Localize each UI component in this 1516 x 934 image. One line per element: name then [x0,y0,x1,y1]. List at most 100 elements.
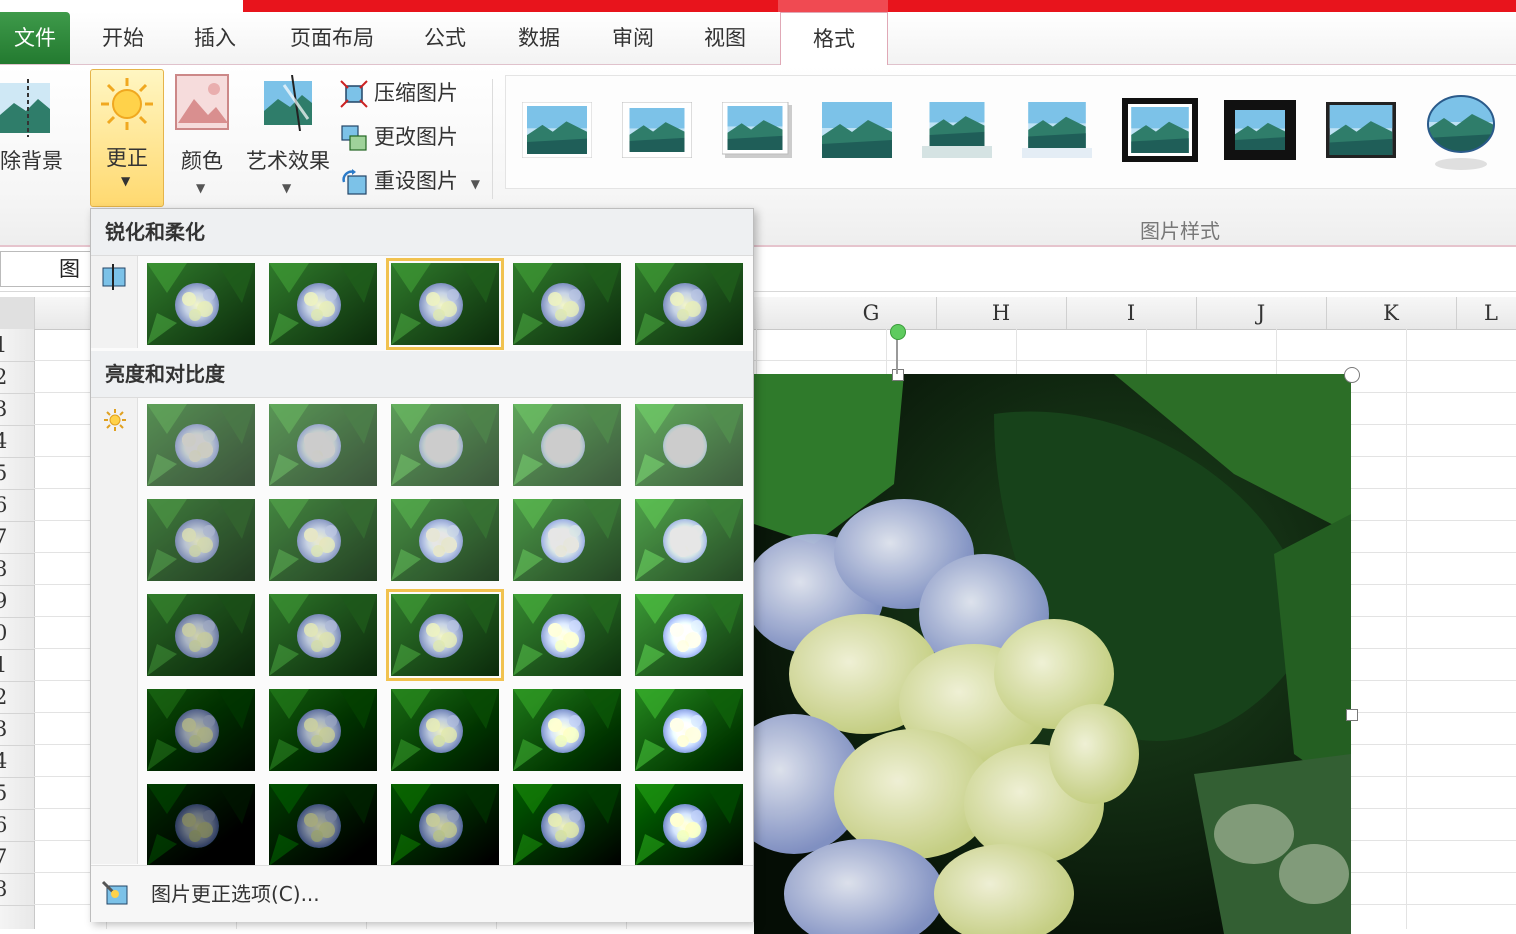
brightness-contrast-thumb[interactable] [635,404,743,486]
tab-file[interactable]: 文件 [0,12,70,64]
row-header[interactable]: 6 [0,809,34,842]
brightness-contrast-thumb[interactable] [269,499,377,581]
row-header[interactable]: 6 [0,489,34,522]
name-box[interactable]: 图 [0,251,92,287]
column-header-h[interactable]: H [936,297,1067,329]
column-header-i[interactable]: I [1066,297,1197,329]
select-all-corner[interactable] [0,297,35,329]
row-header[interactable]: 5 [0,777,34,810]
row-header[interactable]: 8 [0,553,34,586]
brightness-contrast-thumb[interactable] [513,689,621,771]
brightness-contrast-thumb[interactable] [147,594,255,676]
picture-style-white-frame[interactable] [622,102,692,158]
brightness-contrast-thumb[interactable] [635,594,743,676]
sharpen-soften-thumb[interactable] [635,263,743,345]
picture-style-oval[interactable] [1426,94,1496,172]
row-header[interactable]: 8 [0,873,34,906]
column-header-k[interactable]: K [1326,297,1457,329]
sharpen-icon [102,264,126,290]
picture-style-thick-black[interactable] [1224,100,1296,160]
ribbon-tab-row: 文件 开始 插入 页面布局 公式 数据 审阅 视图 格式 [0,12,1516,66]
resize-handle-right[interactable] [1346,709,1358,721]
tab-data[interactable]: 数据 [504,12,574,64]
column-header-g[interactable]: G [806,297,937,329]
brightness-contrast-thumb[interactable] [635,689,743,771]
resize-handle-top[interactable] [892,369,904,381]
picture-style-soft-edge[interactable] [822,102,892,158]
brightness-contrast-thumb[interactable] [147,404,255,486]
row-header[interactable]: 2 [0,681,34,714]
brightness-contrast-thumb[interactable] [391,404,499,486]
picture-style-simple-frame[interactable] [522,102,592,158]
row-header[interactable]: 4 [0,745,34,778]
brightness-contrast-thumb-selected[interactable] [386,589,504,681]
picture-corrections-options-label: 图片更正选项(C)... [151,882,320,906]
tab-page-layout[interactable]: 页面布局 [280,12,384,64]
brightness-contrast-thumb[interactable] [513,784,621,866]
title-bar [0,0,1516,12]
inserted-picture[interactable] [754,374,1351,934]
row-header[interactable]: 0 [0,617,34,650]
picture-style-shadow[interactable] [722,102,792,158]
tab-review[interactable]: 审阅 [598,12,668,64]
brightness-contrast-thumb[interactable] [269,594,377,676]
sharpen-side-column [91,256,138,348]
reset-picture-button[interactable]: 重设图片 ▼ [340,163,480,199]
change-picture-label: 更改图片 [374,125,458,149]
row-header[interactable]: 4 [0,425,34,458]
column-header-l[interactable]: L [1456,297,1516,329]
picture-style-black-double-frame[interactable] [1122,98,1198,162]
brightness-contrast-thumb[interactable] [513,594,621,676]
tab-insert[interactable]: 插入 [180,12,250,64]
color-button[interactable]: 颜色 ▼ [170,73,234,195]
brightness-contrast-thumb[interactable] [269,784,377,866]
brightness-contrast-thumb[interactable] [147,784,255,866]
picture-style-reflected[interactable] [922,102,992,158]
sharpen-soften-title: 锐化和柔化 [91,209,753,256]
picture-style-thin-black[interactable] [1326,102,1396,158]
brightness-contrast-thumb[interactable] [147,689,255,771]
tab-view[interactable]: 视图 [690,12,760,64]
sharpen-soften-thumb[interactable] [513,263,621,345]
tab-formulas[interactable]: 公式 [410,12,480,64]
brightness-contrast-thumb[interactable] [391,784,499,866]
brightness-contrast-thumb[interactable] [391,689,499,771]
compress-icon [340,80,368,108]
brightness-contrast-thumb[interactable] [635,784,743,866]
remove-background-button[interactable]: 除背景 [0,73,72,183]
row-header[interactable]: 3 [0,713,34,746]
rotation-handle[interactable] [890,324,906,340]
picture-style-soft-reflection[interactable] [1022,102,1092,158]
brightness-contrast-thumb[interactable] [513,499,621,581]
brightness-contrast-thumb[interactable] [269,404,377,486]
compress-pictures-button[interactable]: 压缩图片 [340,75,458,111]
column-header-j[interactable]: J [1196,297,1327,329]
corrections-button[interactable]: 更正 ▼ [90,69,164,207]
brightness-contrast-thumb[interactable] [391,499,499,581]
row-header[interactable]: 9 [0,585,34,618]
tab-home[interactable]: 开始 [88,12,158,64]
row-header[interactable]: 3 [0,393,34,426]
resize-handle-top-right[interactable] [1344,367,1360,383]
brightness-contrast-thumb[interactable] [269,689,377,771]
picture-corrections-options-item[interactable]: 图片更正选项(C)... [91,865,753,922]
sharpen-soften-thumb[interactable] [269,263,377,345]
brightness-contrast-thumb[interactable] [513,404,621,486]
remove-background-icon [0,79,50,137]
row-header[interactable]: 1 [0,329,34,362]
change-picture-button[interactable]: 更改图片 [340,119,458,155]
row-header[interactable]: 7 [0,521,34,554]
sharpen-soften-thumb-selected[interactable] [386,258,504,350]
row-header[interactable]: 7 [0,841,34,874]
row-header[interactable]: 1 [0,649,34,682]
brightness-contrast-thumb[interactable] [147,499,255,581]
tab-format[interactable]: 格式 [780,12,888,66]
row-header[interactable]: 5 [0,457,34,490]
row-header[interactable]: 2 [0,361,34,394]
corrections-label: 更正 [106,146,148,170]
artistic-effects-button[interactable]: 艺术效果 ▼ [242,73,334,195]
sharpen-soften-thumb[interactable] [147,263,255,345]
artistic-effects-label: 艺术效果 [246,149,330,173]
picture-options-icon [101,880,128,905]
brightness-contrast-thumb[interactable] [635,499,743,581]
